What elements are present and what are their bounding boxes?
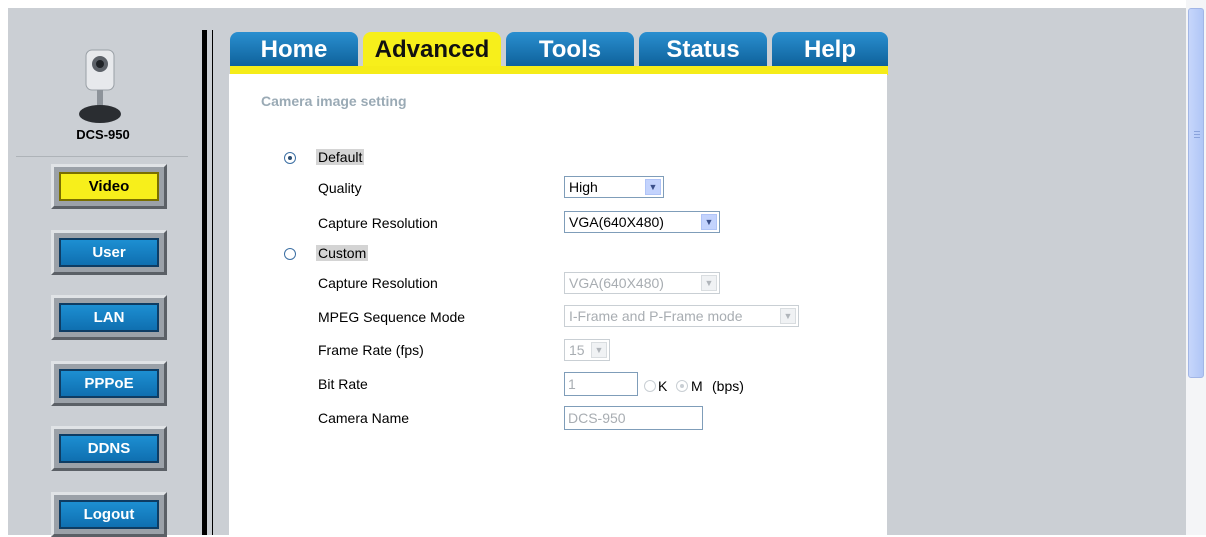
mpeg-mode-label: MPEG Sequence Mode xyxy=(318,309,466,325)
camera-name-input[interactable]: DCS-950 xyxy=(564,406,703,430)
window-left-border xyxy=(0,0,8,535)
sidebar-item-label: Video xyxy=(59,172,159,201)
quality-select-value: High xyxy=(569,179,598,195)
scrollbar-grip xyxy=(1194,137,1200,138)
sidebar: DCS-950 Video User LAN PPPoE DDNS Logout xyxy=(8,8,200,537)
tab-advanced[interactable]: Advanced xyxy=(363,32,501,68)
frame-rate-label: Frame Rate (fps) xyxy=(318,342,424,358)
custom-resolution-select[interactable]: VGA(640X480) ▼ xyxy=(564,272,720,294)
sidebar-divider xyxy=(202,30,207,535)
device-model-label: DCS-950 xyxy=(76,127,130,142)
bit-rate-label: Bit Rate xyxy=(318,376,368,392)
chevron-down-icon: ▼ xyxy=(701,214,717,230)
bit-rate-unit-k-radio[interactable] xyxy=(644,380,656,392)
quality-label: Quality xyxy=(318,180,362,196)
bit-rate-suffix: (bps) xyxy=(712,378,744,394)
quality-select[interactable]: High ▼ xyxy=(564,176,664,198)
custom-radio[interactable] xyxy=(284,248,296,260)
section-title: Camera image setting xyxy=(261,93,407,109)
chevron-down-icon: ▼ xyxy=(701,275,717,291)
mpeg-mode-select[interactable]: I-Frame and P-Frame mode ▼ xyxy=(564,305,799,327)
sidebar-item-pppoe[interactable]: PPPoE xyxy=(51,361,167,406)
bit-rate-input[interactable]: 1 xyxy=(564,372,638,396)
sidebar-separator xyxy=(16,156,188,157)
sidebar-item-lan[interactable]: LAN xyxy=(51,295,167,340)
mpeg-mode-value: I-Frame and P-Frame mode xyxy=(569,308,743,324)
window-top-border xyxy=(0,0,1206,8)
scrollbar-grip xyxy=(1194,131,1200,132)
frame-rate-value: 15 xyxy=(569,342,585,358)
vertical-scrollbar[interactable] xyxy=(1186,0,1206,535)
sidebar-item-ddns[interactable]: DDNS xyxy=(51,426,167,471)
custom-option-label: Custom xyxy=(316,245,369,261)
default-radio[interactable] xyxy=(284,152,296,164)
sidebar-item-label: PPPoE xyxy=(59,369,159,398)
bit-rate-unit-k-label: K xyxy=(658,378,668,394)
tab-status[interactable]: Status xyxy=(639,32,767,68)
default-resolution-select[interactable]: VGA(640X480) ▼ xyxy=(564,211,720,233)
scrollbar-grip xyxy=(1194,134,1200,135)
chevron-down-icon: ▼ xyxy=(645,179,661,195)
camera-icon xyxy=(79,49,121,123)
bit-rate-unit-m-label: M xyxy=(691,378,703,394)
chevron-down-icon: ▼ xyxy=(591,342,607,358)
default-resolution-value: VGA(640X480) xyxy=(569,214,664,230)
sidebar-item-label: Logout xyxy=(59,500,159,529)
sidebar-item-label: DDNS xyxy=(59,434,159,463)
tab-home[interactable]: Home xyxy=(230,32,358,68)
custom-resolution-label: Capture Resolution xyxy=(318,275,438,291)
tab-help[interactable]: Help xyxy=(772,32,888,68)
main-panel: Camera image setting Default Quality Hig… xyxy=(229,74,887,535)
frame-rate-select[interactable]: 15 ▼ xyxy=(564,339,610,361)
tab-tools[interactable]: Tools xyxy=(506,32,634,68)
sidebar-item-label: User xyxy=(59,238,159,267)
default-resolution-label: Capture Resolution xyxy=(318,215,438,231)
bit-rate-unit-m-radio[interactable] xyxy=(676,380,688,392)
sidebar-item-logout[interactable]: Logout xyxy=(51,492,167,537)
sidebar-item-label: LAN xyxy=(59,303,159,332)
chevron-down-icon: ▼ xyxy=(780,308,796,324)
scrollbar-thumb[interactable] xyxy=(1188,8,1204,378)
custom-resolution-value: VGA(640X480) xyxy=(569,275,664,291)
sidebar-item-user[interactable]: User xyxy=(51,230,167,275)
sidebar-divider-thin xyxy=(212,30,213,535)
sidebar-item-video[interactable]: Video xyxy=(51,164,167,209)
camera-name-label: Camera Name xyxy=(318,410,410,426)
default-option-label: Default xyxy=(316,149,365,165)
